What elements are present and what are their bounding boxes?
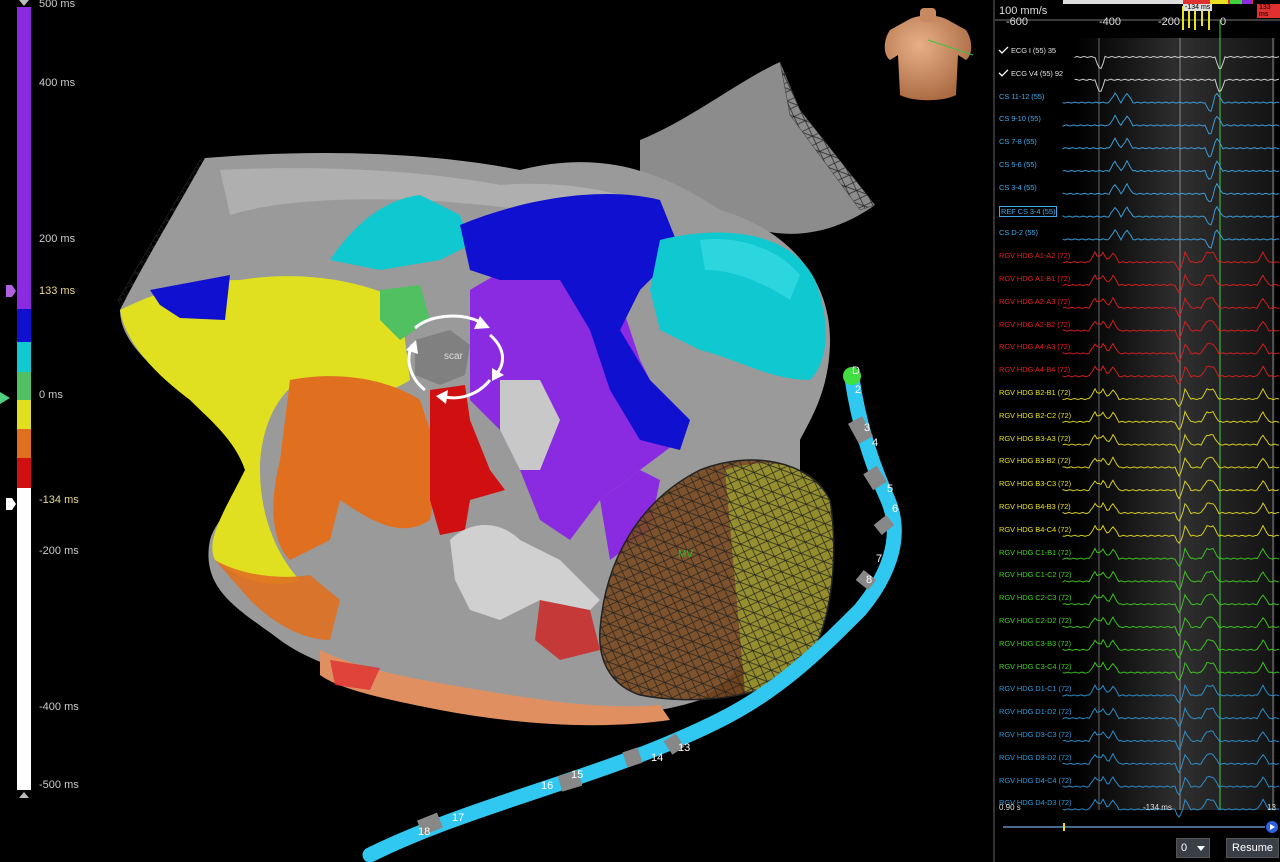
- segment-dropdown-value: 0: [1181, 842, 1188, 854]
- trace-label[interactable]: RGV HDG A4-B4 (72): [999, 365, 1070, 374]
- trace-waveform: [1062, 342, 1280, 363]
- trace-waveform: [1062, 296, 1280, 318]
- trace-waveform: [1062, 683, 1280, 704]
- electrode-label: 16: [541, 780, 554, 792]
- trace-waveform: [1062, 615, 1280, 637]
- trace-label[interactable]: RGV HDG C3-C4 (72): [999, 662, 1071, 671]
- trace-label[interactable]: RGV HDG B3-C3 (72): [999, 479, 1071, 488]
- chevron-down-icon: [1197, 845, 1205, 851]
- resume-button[interactable]: Resume: [1226, 838, 1279, 858]
- trace-waveform: [1062, 433, 1279, 454]
- trace-label[interactable]: RGV HDG B3-A3 (72): [999, 434, 1071, 443]
- trace-waveform: [1062, 775, 1280, 796]
- torso-orientation-icon[interactable]: [878, 0, 978, 105]
- play-icon: [1270, 824, 1275, 830]
- timeline-scrubber[interactable]: [1003, 826, 1265, 828]
- trace-label[interactable]: RGV HDG D3-C3 (72): [999, 730, 1071, 739]
- trace-label[interactable]: RGV HDG B4-C4 (72): [999, 525, 1071, 534]
- electrode-label: 2: [855, 384, 862, 396]
- trace-waveform: [1062, 501, 1280, 522]
- trace-waveform: [1062, 410, 1280, 431]
- trace-label[interactable]: CS 5-6 (55): [999, 160, 1037, 169]
- electrode-label: 18: [418, 826, 431, 838]
- electrode-label: 8: [866, 574, 873, 586]
- activation-map-view[interactable]: 500 ms 400 ms 200 ms 133 ms 0 ms -134 ms…: [0, 0, 993, 862]
- trace-waveform: [1062, 229, 1280, 249]
- trace-label[interactable]: RGV HDG D4-C4 (72): [999, 776, 1071, 785]
- trace-label[interactable]: RGV HDG B3-B2 (72): [999, 456, 1071, 465]
- timeline-marker[interactable]: [1063, 823, 1065, 831]
- electrode-label: 13: [678, 742, 691, 754]
- segment-dropdown[interactable]: 0: [1176, 838, 1210, 858]
- trace-label[interactable]: RGV HDG C2-D2 (72): [999, 616, 1071, 625]
- trace-label[interactable]: RGV HDG A4-A3 (72): [999, 342, 1070, 351]
- trace-label[interactable]: CS D-2 (55): [999, 228, 1038, 237]
- trace-label[interactable]: CS 11-12 (55): [999, 92, 1044, 101]
- trace-waveform: [1062, 205, 1280, 226]
- trace-label[interactable]: RGV HDG B2-C2 (72): [999, 411, 1071, 420]
- trace-waveform: [1062, 569, 1280, 591]
- mv-label: MV: [678, 549, 693, 560]
- trace-label[interactable]: RGV HDG D3-D2 (72): [999, 753, 1071, 762]
- electrode-label: 5: [887, 483, 894, 495]
- trace-waveform: [1062, 137, 1280, 158]
- trace-label[interactable]: CS 9-10 (55): [999, 114, 1041, 123]
- trace-waveform: [1062, 546, 1280, 567]
- trace-label[interactable]: RGV HDG A1-B1 (72): [999, 274, 1070, 283]
- electrode-label: 17: [452, 812, 465, 824]
- trace-label[interactable]: RGV HDG C2-C3 (72): [999, 593, 1071, 602]
- electrode-label: 14: [651, 752, 664, 764]
- trace-waveform: [1062, 638, 1280, 659]
- trace-waveform: [1062, 273, 1280, 294]
- trace-label[interactable]: RGV HDG C1-B1 (72): [999, 548, 1071, 557]
- trace-waveform: [1062, 319, 1280, 341]
- checkmark-icon[interactable]: [998, 69, 1009, 77]
- trace-label[interactable]: RGV HDG D1-C1 (72): [999, 684, 1071, 693]
- electrode-label: 15: [571, 769, 584, 781]
- trace-label[interactable]: ECG V4 (55) 92: [1011, 69, 1063, 78]
- trace-waveform: [1062, 456, 1280, 478]
- trace-waveform: [1062, 592, 1280, 614]
- trace-waveform: [1062, 729, 1280, 751]
- trace-waveform: [1062, 479, 1280, 500]
- electrode-label: D: [852, 365, 860, 377]
- trace-waveform: [1074, 55, 1280, 70]
- trace-label[interactable]: CS 3-4 (55): [999, 183, 1037, 192]
- electrode-label: 6: [892, 503, 899, 515]
- trace-waveform: [1062, 182, 1280, 202]
- trace-label[interactable]: RGV HDG A2-B2 (72): [999, 320, 1070, 329]
- trace-waveform: [1062, 524, 1280, 544]
- trace-waveform: [1062, 752, 1280, 774]
- trace-label[interactable]: RGV HDG B4-B3 (72): [999, 502, 1071, 511]
- trace-label[interactable]: CS 7-8 (55): [999, 137, 1037, 146]
- trace-waveform: [1062, 706, 1280, 728]
- window-bottom-label: -134 ms: [1143, 803, 1172, 812]
- play-button[interactable]: [1266, 821, 1278, 833]
- checkmark-icon[interactable]: [998, 46, 1009, 54]
- trace-waveform: [1062, 364, 1280, 385]
- trace-waveform: [1062, 114, 1280, 135]
- electrode-label: 3: [864, 422, 871, 434]
- trace-waveform: [1062, 387, 1280, 408]
- trace-label[interactable]: REF CS 3-4 (55): [999, 205, 1058, 217]
- atrial-anatomy-map[interactable]: [0, 0, 993, 862]
- trace-waveform: [1062, 92, 1280, 112]
- sweep-time-label: 0.90 s: [999, 803, 1021, 812]
- trace-waveform: [1074, 78, 1280, 93]
- trace-label[interactable]: RGV HDG B2-B1 (72): [999, 388, 1071, 397]
- trace-label[interactable]: RGV HDG A2-A3 (72): [999, 297, 1070, 306]
- window-bottom-right-label: 13: [1267, 803, 1276, 812]
- trace-waveform: [1062, 159, 1280, 180]
- trace-waveform: [1062, 250, 1280, 271]
- trace-label[interactable]: RGV HDG C1-C2 (72): [999, 570, 1071, 579]
- electrode-label: 4: [872, 437, 879, 449]
- trace-waveform: [1062, 661, 1280, 681]
- trace-label[interactable]: RGV HDG A1-A2 (72): [999, 251, 1070, 260]
- trace-label[interactable]: RGV HDG D1-D2 (72): [999, 707, 1071, 716]
- trace-label[interactable]: ECG I (55) 35: [1011, 46, 1056, 55]
- electrode-label: 7: [876, 553, 883, 565]
- ecg-signal-panel[interactable]: 100 mm/s -600 -400 -200 0 -134 ms 133 ms…: [993, 0, 1280, 862]
- trace-label[interactable]: RGV HDG C3-B3 (72): [999, 639, 1071, 648]
- scar-label: scar: [444, 351, 463, 362]
